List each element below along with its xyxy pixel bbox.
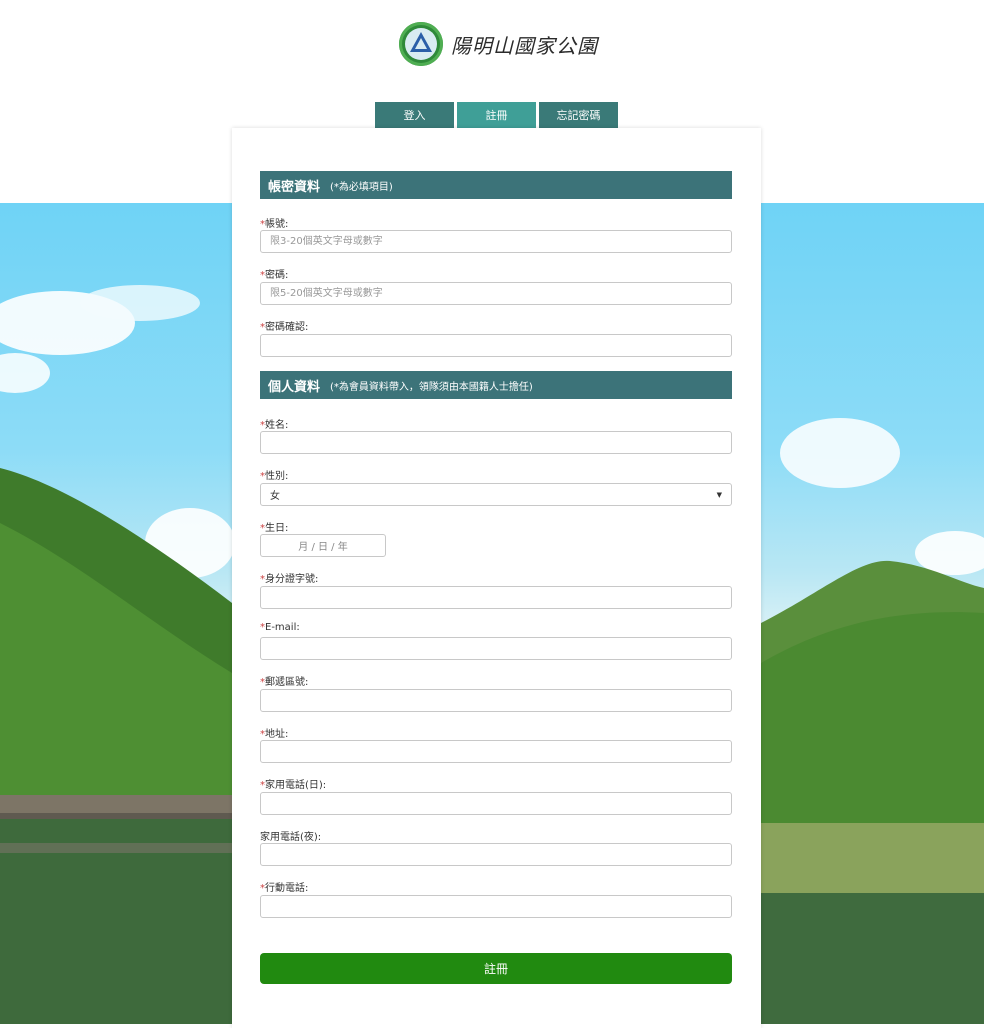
home-phone-night-input[interactable]: [260, 843, 732, 866]
gender-select[interactable]: 女 ▼: [260, 483, 732, 506]
gender-selected-value: 女: [270, 491, 280, 502]
personal-section-title: 個人資料: [268, 379, 321, 395]
account-label: *帳號:: [260, 219, 289, 230]
tab-forgot-password[interactable]: 忘記密碼: [539, 102, 618, 128]
account-section-note: (*為必填項目): [330, 181, 393, 193]
password-confirm-label: *密碼確認:: [260, 322, 309, 333]
account-section-header: 帳密資料 (*為必填項目): [260, 171, 732, 199]
email-label: *E-mail:: [260, 622, 300, 633]
mobile-label: *行動電話:: [260, 883, 309, 894]
name-input[interactable]: [260, 431, 732, 454]
password-label: *密碼:: [260, 270, 289, 281]
home-phone-day-input[interactable]: [260, 792, 732, 815]
personal-section-note: (*為會員資料帶入，領隊須由本國籍人士擔任): [330, 381, 533, 393]
home-phone-night-label: 家用電話(夜):: [260, 832, 322, 843]
tab-register[interactable]: 註冊: [457, 102, 536, 128]
gender-label: *性別:: [260, 471, 289, 482]
password-confirm-input[interactable]: [260, 334, 732, 357]
account-input[interactable]: [260, 230, 732, 253]
home-phone-day-label: *家用電話(日):: [260, 780, 327, 791]
tab-login[interactable]: 登入: [375, 102, 454, 128]
password-input[interactable]: [260, 282, 732, 305]
address-label: *地址:: [260, 729, 289, 740]
postal-input[interactable]: [260, 689, 732, 712]
personal-section-header: 個人資料 (*為會員資料帶入，領隊須由本國籍人士擔任): [260, 371, 732, 399]
email-input[interactable]: [260, 637, 732, 660]
address-input[interactable]: [260, 740, 732, 763]
account-section-title: 帳密資料: [268, 179, 321, 195]
mobile-input[interactable]: [260, 895, 732, 918]
birthday-label: *生日:: [260, 523, 289, 534]
register-submit-button[interactable]: 註冊: [260, 953, 732, 984]
registration-form: 帳密資料 (*為必填項目) *帳號: *密碼: *密碼確認: 個人資料 (*為會…: [232, 128, 761, 1028]
name-label: *姓名:: [260, 420, 289, 431]
logo-text: 陽明山國家公園: [451, 33, 598, 58]
postal-label: *郵遞區號:: [260, 677, 309, 688]
site-logo[interactable]: 陽明山國家公園: [399, 20, 598, 68]
id-number-input[interactable]: [260, 586, 732, 609]
id-number-label: *身分證字號:: [260, 574, 319, 585]
caret-down-icon: ▼: [716, 490, 722, 499]
park-emblem-icon: [399, 22, 443, 66]
auth-tabs: 登入 註冊 忘記密碼: [375, 102, 618, 128]
birthday-date-input[interactable]: 月 / 日 / 年: [260, 534, 386, 557]
